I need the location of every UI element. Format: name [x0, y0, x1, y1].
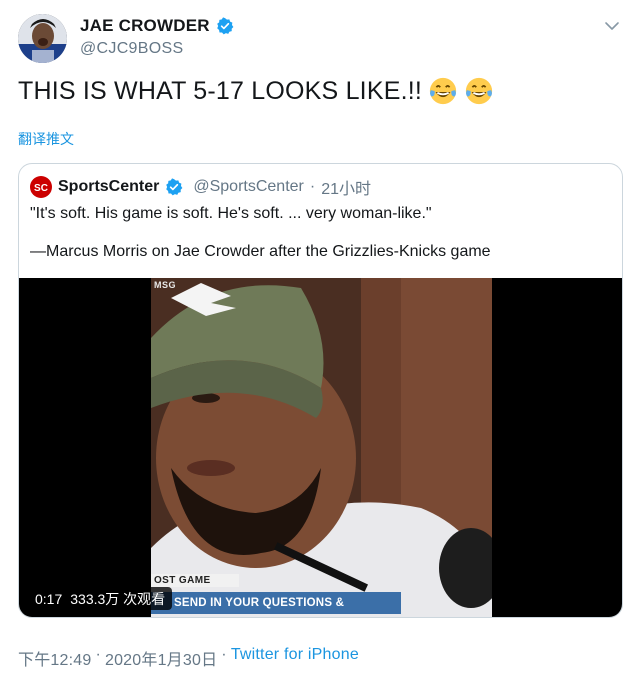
tweet-text: THIS IS WHAT 5-17 LOOKS LIKE.!! [18, 76, 494, 106]
quoted-display-name[interactable]: SportsCenter [58, 178, 159, 196]
quoted-tweet-card[interactable]: SC SportsCenter @SportsCenter · 21小时 "It… [18, 163, 623, 618]
video-frame: MSG OST GAME SEND IN YOUR QUESTIONS & CO… [151, 278, 492, 617]
video-player[interactable]: MSG OST GAME SEND IN YOUR QUESTIONS & CO… [19, 278, 622, 617]
quoted-text-line-1: "It's soft. His game is soft. He's soft.… [30, 205, 432, 222]
video-views: 333.3万 次观看 [70, 590, 166, 607]
sc-letters-icon: SC [34, 183, 48, 193]
quoted-handle[interactable]: @SportsCenter [193, 178, 304, 196]
translate-tweet-link[interactable]: 翻译推文 [18, 129, 74, 149]
video-duration: 0:17 [35, 590, 63, 607]
meta-separator-1: · [95, 646, 101, 663]
lower-third-bottom: SEND IN YOUR QUESTIONS & COMMENTS [151, 592, 401, 614]
author-display-name[interactable]: JAE CROWDER [80, 16, 210, 36]
chevron-down-icon[interactable] [604, 18, 620, 34]
author-handle[interactable]: @CJC9BOSS [80, 40, 183, 58]
tears-of-joy-emoji-1 [429, 77, 457, 105]
quoted-timestamp[interactable]: 21小时 [321, 175, 371, 199]
quoted-separator: · [309, 178, 316, 195]
avatar-image [18, 14, 67, 63]
verified-badge-icon [216, 17, 234, 35]
video-info-badge: 0:17 333.3万 次观看 [28, 587, 173, 610]
author-name-row: JAE CROWDER [80, 16, 234, 36]
lower-third-top: OST GAME [151, 574, 239, 587]
quoted-tweet-header: SC SportsCenter @SportsCenter · 21小时 [30, 175, 371, 199]
tweet-date[interactable]: 2020年1月30日 [105, 646, 217, 670]
svg-text:SC: SC [34, 183, 48, 193]
tweet: JAE CROWDER @CJC9BOSS THIS IS WHAT 5-17 … [0, 0, 640, 682]
tweet-body: THIS IS WHAT 5-17 LOOKS LIKE.!! [18, 76, 423, 105]
quoted-verified-badge-icon [166, 178, 183, 196]
tweet-metadata: 下午12:49 · 2020年1月30日 · Twitter for iPhon… [18, 646, 359, 670]
tweet-source-link[interactable]: Twitter for iPhone [231, 646, 359, 670]
tweet-time[interactable]: 下午12:49 [18, 646, 91, 670]
quoted-text-line-2: —Marcus Morris on Jae Crowder after the … [30, 243, 491, 260]
sportscenter-logo-icon[interactable]: SC [30, 176, 52, 198]
author-avatar[interactable] [18, 14, 67, 63]
meta-separator-2: · [221, 646, 227, 663]
tears-of-joy-emoji-2 [465, 77, 493, 105]
video-still-image [151, 278, 492, 617]
network-tag: MSG [154, 280, 177, 290]
